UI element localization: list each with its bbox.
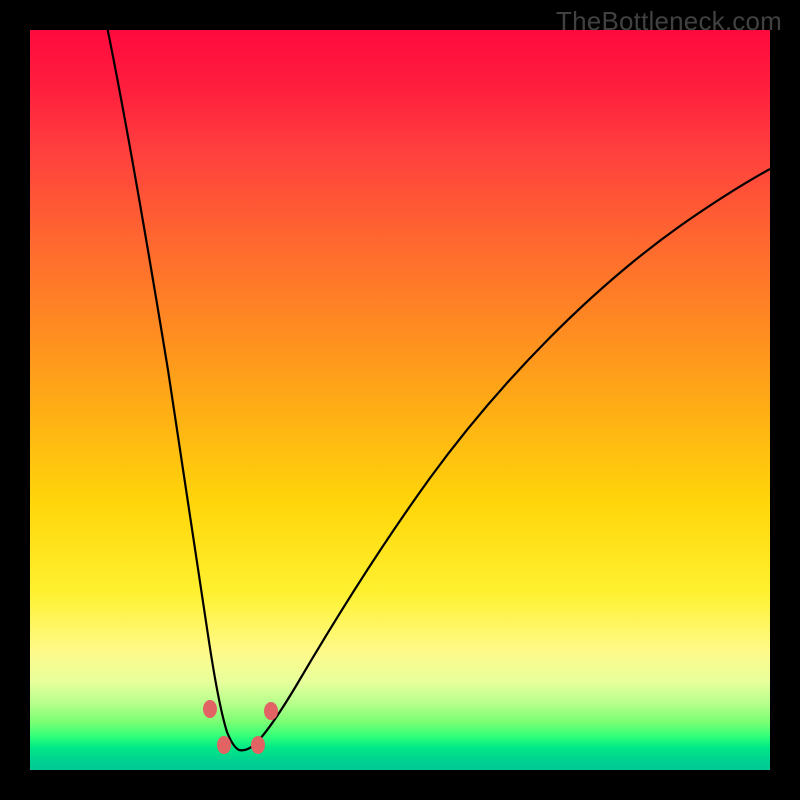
curve-svg: [30, 30, 770, 770]
marker-dot: [251, 736, 265, 754]
plot-area: [30, 30, 770, 770]
marker-dot: [264, 702, 278, 720]
marker-dot: [203, 700, 217, 718]
marker-dot: [217, 736, 231, 754]
watermark-text: TheBottleneck.com: [556, 6, 782, 37]
marker-group: [203, 700, 278, 754]
chart-container: { "watermark": "TheBottleneck.com", "cha…: [0, 0, 800, 800]
bottleneck-curve: [108, 30, 770, 750]
